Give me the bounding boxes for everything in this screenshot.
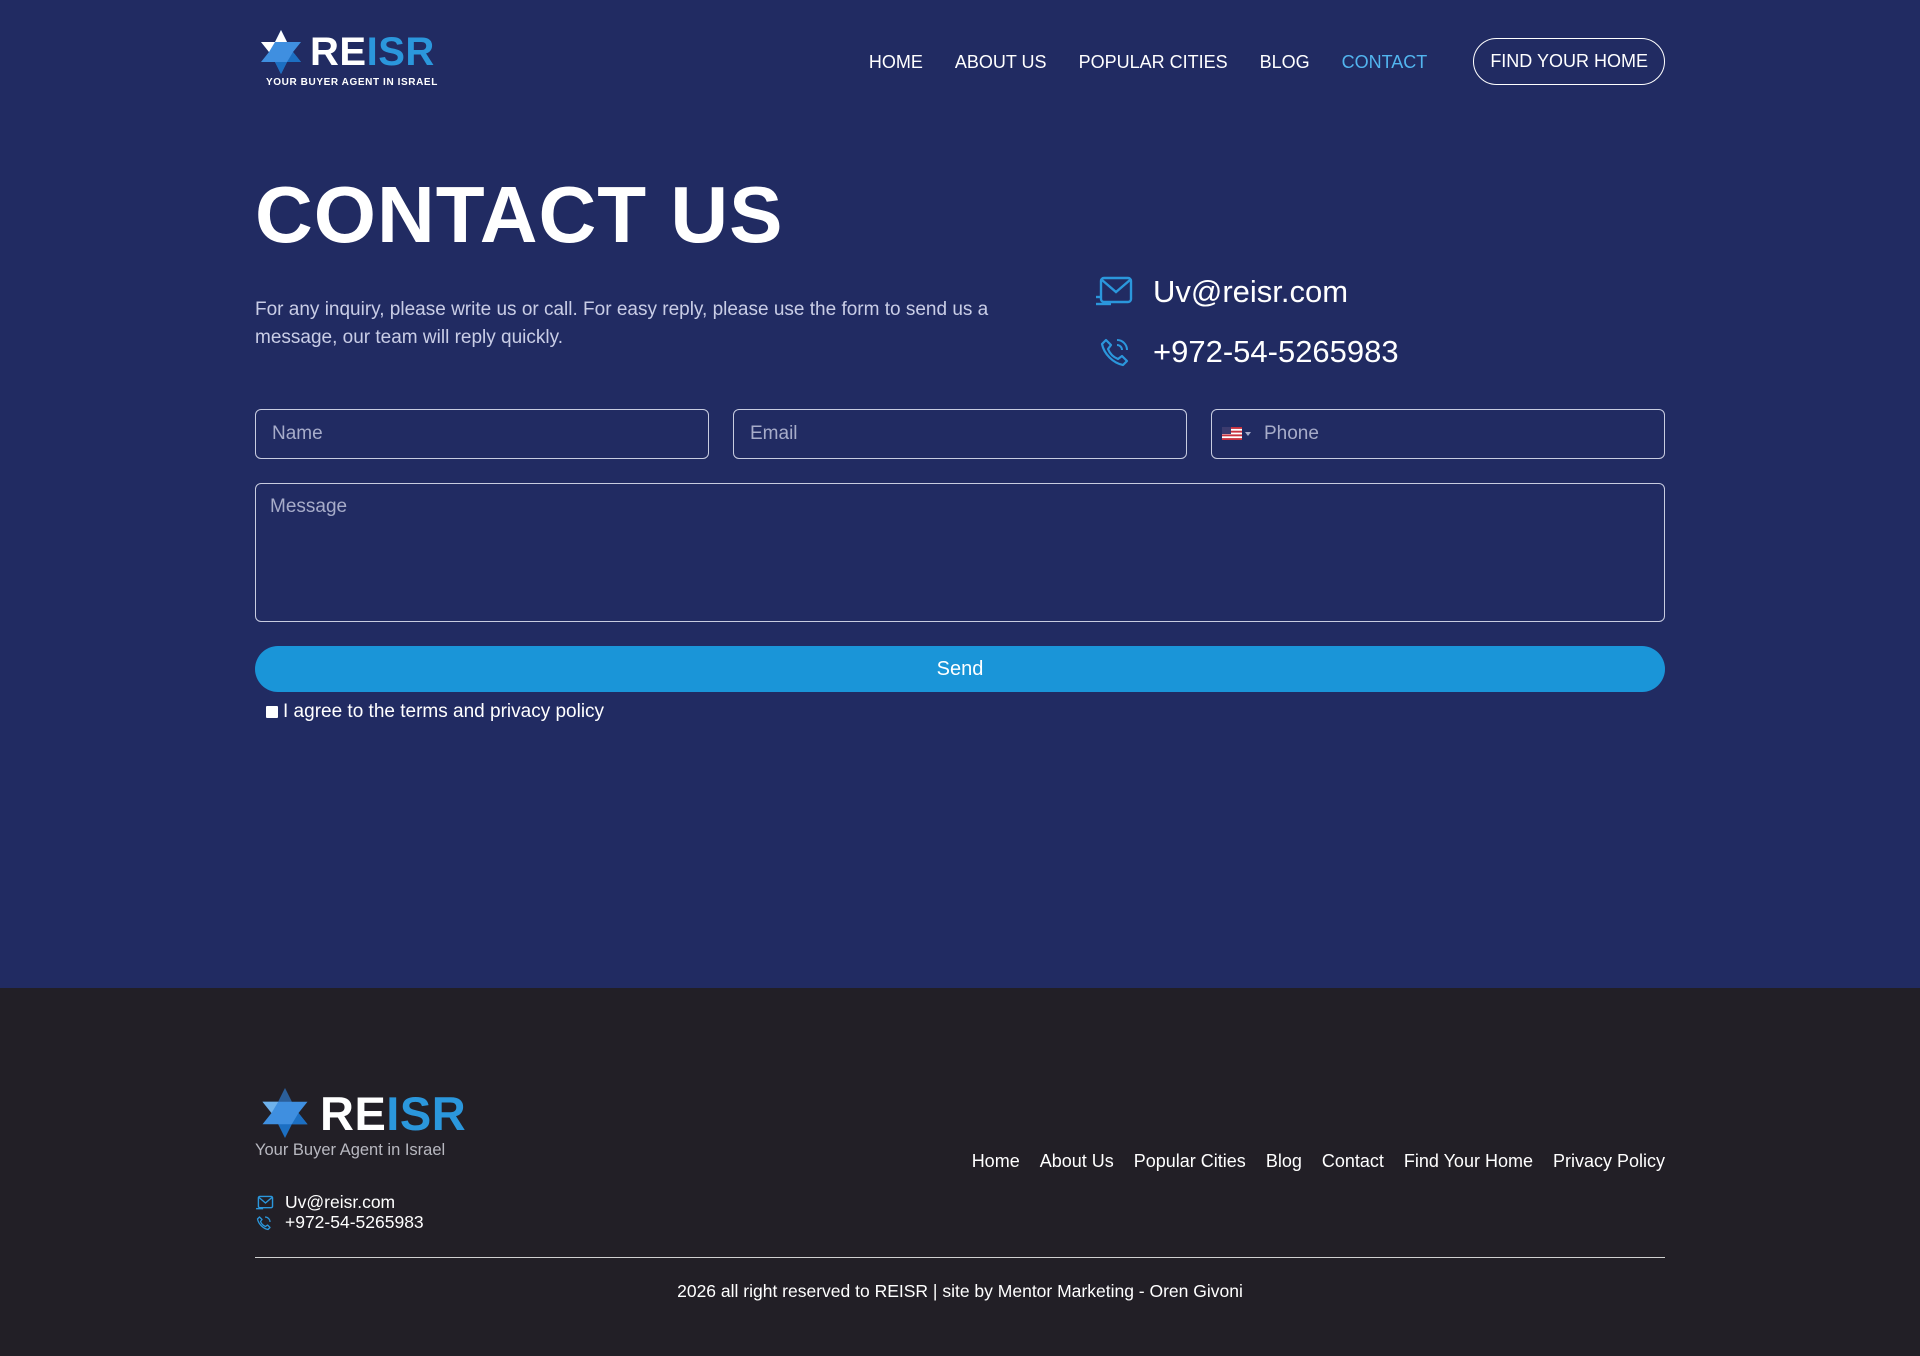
copyright-text: 2026 all right reserved to REISR | site … xyxy=(677,1281,1243,1301)
message-field-wrapper xyxy=(255,483,1665,622)
phone-icon xyxy=(1095,334,1135,370)
name-field-wrapper xyxy=(255,409,709,459)
footer-nav-blog[interactable]: Blog xyxy=(1266,1151,1302,1172)
footer-nav-about-us[interactable]: About Us xyxy=(1040,1151,1114,1172)
logo-star-icon xyxy=(261,30,301,74)
contact-email-text: Uv@reisr.com xyxy=(1153,274,1349,309)
footer-logo[interactable]: REISR Your Buyer Agent in Israel xyxy=(255,1086,475,1160)
country-dropdown-arrow-icon[interactable] xyxy=(1245,432,1251,436)
footer-divider xyxy=(255,1257,1665,1258)
phone-input[interactable] xyxy=(1212,410,1664,458)
find-your-home-button[interactable]: FIND YOUR HOME xyxy=(1473,38,1665,85)
nav-home[interactable]: HOME xyxy=(869,50,923,74)
logo-star-icon xyxy=(262,1088,308,1138)
header-logo[interactable]: REISR YOUR BUYER AGENT IN ISRAEL xyxy=(255,28,445,90)
page-title: CONTACT US xyxy=(255,170,784,259)
footer-nav: Home About Us Popular Cities Blog Contac… xyxy=(952,1151,1665,1172)
footer-phone-text: +972-54-5265983 xyxy=(285,1212,424,1232)
footer-phone[interactable]: +972-54-5265983 xyxy=(255,1212,424,1233)
intro-text: For any inquiry, please write us or call… xyxy=(255,299,989,348)
footer-email[interactable]: Uv@reisr.com xyxy=(255,1192,395,1213)
phone-icon xyxy=(255,1214,275,1232)
contact-phone[interactable]: +972-54-5265983 xyxy=(1095,334,1399,370)
footer-logo-tagline: Your Buyer Agent in Israel xyxy=(255,1141,446,1159)
agree-label: I agree to the terms and privacy policy xyxy=(283,701,605,722)
logo-wordmark: REISR xyxy=(310,30,435,74)
nav-about-us[interactable]: ABOUT US xyxy=(955,50,1047,74)
contact-section: REISR YOUR BUYER AGENT IN ISRAEL HOME AB… xyxy=(0,0,1920,988)
agree-checkbox-row[interactable]: I agree to the terms and privacy policy xyxy=(266,701,604,723)
footer-nav-home[interactable]: Home xyxy=(972,1151,1020,1172)
footer-email-text: Uv@reisr.com xyxy=(285,1192,396,1212)
nav-blog[interactable]: BLOG xyxy=(1260,50,1310,74)
page: REISR YOUR BUYER AGENT IN ISRAEL HOME AB… xyxy=(0,0,1920,1356)
logo-tagline: YOUR BUYER AGENT IN ISRAEL xyxy=(266,77,438,88)
site-header: REISR YOUR BUYER AGENT IN ISRAEL HOME AB… xyxy=(255,28,1665,96)
footer-nav-contact[interactable]: Contact xyxy=(1322,1151,1384,1172)
envelope-icon xyxy=(255,1194,275,1212)
footer-logo-wordmark: REISR xyxy=(320,1087,467,1140)
agree-checkbox[interactable] xyxy=(266,706,278,718)
send-button[interactable]: Send xyxy=(255,646,1665,692)
envelope-icon xyxy=(1095,274,1135,310)
contact-email[interactable]: Uv@reisr.com xyxy=(1095,274,1348,310)
footer-nav-find-your-home[interactable]: Find Your Home xyxy=(1404,1151,1533,1172)
name-input[interactable] xyxy=(256,410,708,458)
contact-phone-text: +972-54-5265983 xyxy=(1153,334,1399,369)
us-flag-icon[interactable] xyxy=(1222,427,1242,440)
nav-contact[interactable]: CONTACT xyxy=(1342,50,1428,74)
phone-field-wrapper xyxy=(1211,409,1665,459)
main-nav: HOME ABOUT US POPULAR CITIES BLOG CONTAC… xyxy=(837,38,1665,85)
email-field-wrapper xyxy=(733,409,1187,459)
footer-nav-privacy-policy[interactable]: Privacy Policy xyxy=(1553,1151,1665,1172)
email-input[interactable] xyxy=(734,410,1186,458)
message-input[interactable] xyxy=(256,484,1664,621)
nav-popular-cities[interactable]: POPULAR CITIES xyxy=(1079,50,1228,74)
footer-nav-popular-cities[interactable]: Popular Cities xyxy=(1134,1151,1246,1172)
